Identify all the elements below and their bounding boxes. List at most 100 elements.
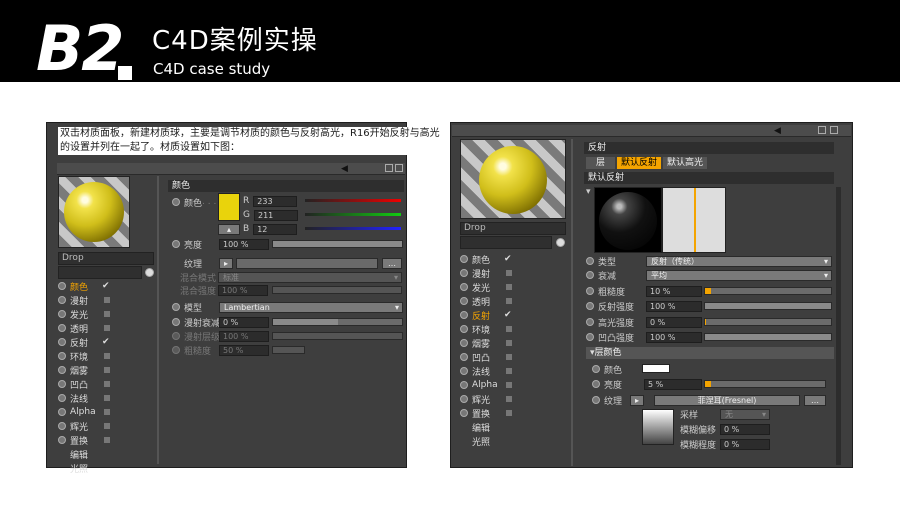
search-field-2[interactable] (460, 236, 552, 249)
channel-item[interactable]: 辉光 (460, 392, 568, 406)
channel-item[interactable]: 透明 (58, 321, 158, 335)
arrow-left-icon[interactable]: ◀ (341, 164, 348, 174)
channel-dot[interactable] (58, 310, 66, 318)
channel-dot[interactable] (460, 395, 468, 403)
material-preview-2[interactable] (460, 139, 566, 219)
channel-dot[interactable] (58, 296, 66, 304)
b-field[interactable]: 12 (253, 223, 298, 235)
anim-dot[interactable] (592, 365, 600, 373)
channel-item[interactable]: 法线 (460, 364, 568, 378)
reflect-tab[interactable]: 默认反射 (617, 157, 662, 169)
texture-field[interactable] (236, 257, 378, 269)
texture-browse-button[interactable]: … (382, 257, 402, 269)
channel-item[interactable]: Alpha (58, 405, 158, 419)
checkbox[interactable] (104, 297, 110, 303)
channel-dot[interactable] (460, 367, 468, 375)
lock-icon[interactable] (385, 164, 393, 172)
material-name-field[interactable]: Drop (58, 252, 154, 265)
b-slider[interactable] (305, 227, 401, 230)
channel-dot[interactable] (460, 269, 468, 277)
scrollbar[interactable] (836, 187, 841, 465)
anim-dot[interactable] (586, 333, 594, 341)
layer-texture-browse[interactable]: … (804, 394, 826, 406)
material-preview[interactable] (58, 176, 130, 248)
anim-dot[interactable] (586, 271, 594, 279)
channel-item[interactable]: 辉光 (58, 419, 158, 433)
channel-dot[interactable] (460, 297, 468, 305)
channel-dot[interactable] (58, 394, 66, 402)
anim-dot[interactable] (172, 318, 180, 326)
channel-dot[interactable] (58, 436, 66, 444)
channel-item[interactable]: Alpha (460, 378, 568, 392)
channel-dot[interactable] (58, 282, 66, 290)
mix-strength-slider[interactable] (272, 286, 402, 294)
search-icon[interactable] (145, 268, 154, 277)
diffuse-level-field[interactable]: 100 % (219, 330, 269, 342)
color-picker-button[interactable]: ▴ (218, 224, 240, 235)
channel-item[interactable]: 漫射 (460, 266, 568, 280)
search-icon[interactable] (556, 238, 565, 247)
check-icon[interactable]: ✔ (102, 281, 110, 291)
checkbox[interactable] (104, 325, 110, 331)
collapse-arrow-icon[interactable]: ▾ (586, 187, 591, 197)
channel-dot[interactable] (460, 409, 468, 417)
channel-item[interactable]: 环境 (460, 322, 568, 336)
sample-dropdown[interactable]: 无 (720, 408, 770, 420)
checkbox[interactable] (104, 353, 110, 359)
layer-color-swatch[interactable] (642, 364, 670, 373)
channel-dot[interactable] (460, 311, 468, 319)
g-field[interactable]: 211 (253, 209, 298, 221)
channel-item[interactable]: 置换 (460, 406, 568, 420)
checkbox[interactable] (104, 437, 110, 443)
blur-offset-field[interactable]: 0 % (720, 423, 770, 435)
refl-strength-field[interactable]: 100 % (646, 300, 702, 312)
layer-texture-arrow[interactable]: ▸ (630, 394, 644, 406)
color-swatch[interactable] (218, 193, 240, 221)
type-dropdown[interactable]: 反射（传统） (646, 255, 832, 267)
channel-item[interactable]: 烟雾 (460, 336, 568, 350)
fresnel-texture-button[interactable]: 菲涅耳(Fresnel) (654, 394, 800, 406)
checkbox[interactable] (506, 396, 512, 402)
brightness-slider[interactable] (272, 240, 403, 248)
refl-roughness-field[interactable]: 10 % (646, 285, 702, 297)
anim-dot[interactable] (172, 346, 180, 354)
tab-illumination[interactable]: 光照 (460, 434, 568, 448)
refl-strength-slider[interactable] (704, 302, 832, 310)
diffuse-falloff-field[interactable]: 0 % (219, 316, 269, 328)
checkbox[interactable] (506, 410, 512, 416)
channel-item[interactable]: 烟雾 (58, 363, 158, 377)
channel-dot[interactable] (460, 325, 468, 333)
checkbox[interactable] (506, 270, 512, 276)
channel-item[interactable]: 透明 (460, 294, 568, 308)
channel-dot[interactable] (58, 366, 66, 374)
checkbox[interactable] (104, 381, 110, 387)
falloff-dropdown[interactable]: 平均 (646, 269, 832, 281)
mix-mode-dropdown[interactable]: 标准 (218, 271, 402, 283)
reflect-tab[interactable]: 层 (586, 157, 616, 169)
channel-item[interactable]: 颜色 ✔ (58, 279, 158, 293)
model-dropdown[interactable]: Lambertian (219, 301, 403, 313)
checkbox[interactable] (104, 395, 110, 401)
checkbox[interactable] (104, 409, 110, 415)
brightness-field[interactable]: 100 % (219, 238, 269, 250)
arrow-left-icon[interactable]: ◀ (774, 126, 781, 136)
channel-item[interactable]: 发光 (58, 307, 158, 321)
checkbox[interactable] (506, 284, 512, 290)
roughness-field[interactable]: 50 % (219, 344, 269, 356)
spec-strength-field[interactable]: 0 % (646, 316, 702, 328)
anim-dot[interactable] (172, 198, 180, 206)
channel-dot[interactable] (460, 381, 468, 389)
checkbox[interactable] (506, 382, 512, 388)
channel-dot[interactable] (58, 408, 66, 416)
anim-dot[interactable] (172, 240, 180, 248)
anim-dot[interactable] (586, 287, 594, 295)
reflect-tab[interactable]: 默认高光 (663, 157, 708, 169)
search-field[interactable] (58, 266, 142, 279)
texture-arrow-button[interactable]: ▸ (219, 257, 233, 269)
checkbox[interactable] (506, 298, 512, 304)
channel-dot[interactable] (58, 422, 66, 430)
checkbox[interactable] (104, 423, 110, 429)
channel-dot[interactable] (58, 380, 66, 388)
channel-dot[interactable] (460, 353, 468, 361)
channel-item[interactable]: 漫射 (58, 293, 158, 307)
